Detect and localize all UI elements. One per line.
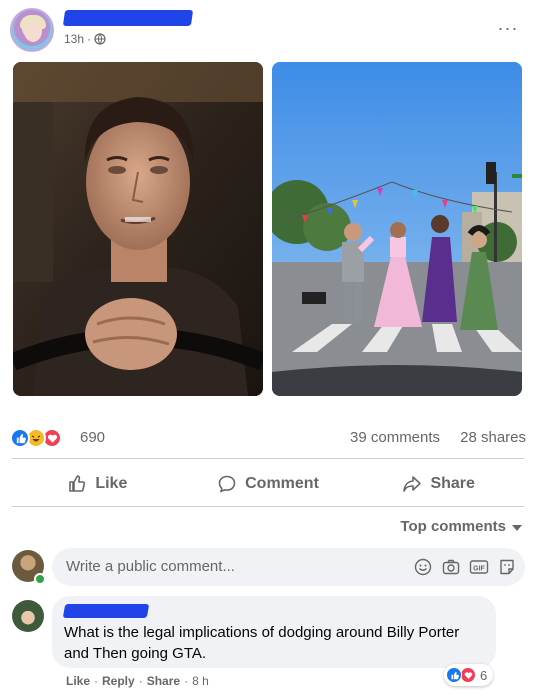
avatar-face [24,20,42,42]
like-reaction-icon [10,428,30,448]
author-name-redacted[interactable] [62,10,194,26]
comment-count[interactable]: 39 comments [350,429,440,446]
more-options-button[interactable]: ··· [494,14,522,42]
comment-button[interactable]: Comment [183,466,354,502]
street-image [272,62,522,396]
svg-text:GIF: GIF [473,566,485,573]
share-button[interactable]: Share [353,466,524,502]
comment-like-link[interactable]: Like [66,674,90,688]
author-avatar[interactable] [10,8,54,52]
reaction-count[interactable]: 690 [80,429,105,446]
sticker-icon[interactable] [497,557,517,577]
like-button[interactable]: Like [12,466,183,502]
comment-actions: Like · Reply · Share · 8 h [66,674,209,688]
share-button-label: Share [430,475,475,492]
thumbs-up-icon [69,475,86,492]
caret-down-icon [512,524,522,531]
emoji-icon[interactable] [413,557,433,577]
globe-icon [94,33,106,45]
post-stats: 690 39 comments 28 shares [10,426,526,450]
comment-sort-label: Top comments [400,518,506,535]
comment-text: What is the legal implications of dodgin… [64,624,460,662]
comment-sort-dropdown[interactable]: Top comments [400,518,522,535]
comment-like-reaction-icon [446,667,462,683]
separator-1: · [94,674,99,688]
post-photo-street[interactable] [272,62,522,396]
meta-separator: · [87,32,92,46]
share-arrow-icon [403,476,422,492]
composer-icons: GIF [413,557,517,577]
comment-icon [218,475,236,493]
share-count[interactable]: 28 shares [460,429,526,446]
divider-bottom [12,506,524,507]
gif-icon[interactable]: GIF [469,557,489,577]
separator-3: · [184,674,189,688]
comment-reaction-count: 6 [480,667,488,683]
driver-image [13,62,263,396]
post-meta: 13h · [64,32,106,46]
separator-2: · [138,674,143,688]
comment-time[interactable]: 8 h [192,674,209,688]
comment-share-link[interactable]: Share [147,674,180,688]
online-status-dot [34,573,46,585]
post-actions: Like Comment Share [12,466,524,502]
reaction-icons[interactable] [10,428,76,448]
comment-reactions[interactable]: 6 [444,664,494,686]
post-header: 13h · ··· [10,8,526,52]
commenter-name-redacted[interactable] [62,604,150,618]
post-photo-driver[interactable] [13,62,263,396]
post-time[interactable]: 13h [64,32,84,46]
comment-love-reaction-icon [460,667,476,683]
divider-top [12,458,524,459]
comment-bubble: What is the legal implications of dodgin… [52,596,496,668]
camera-icon[interactable] [441,557,461,577]
commenter-avatar[interactable] [12,600,44,632]
like-button-label: Like [95,475,128,492]
comment-button-label: Comment [245,475,319,492]
comment-reply-link[interactable]: Reply [102,674,135,688]
comment-composer[interactable]: GIF [52,548,525,586]
comment-input[interactable] [66,558,366,575]
